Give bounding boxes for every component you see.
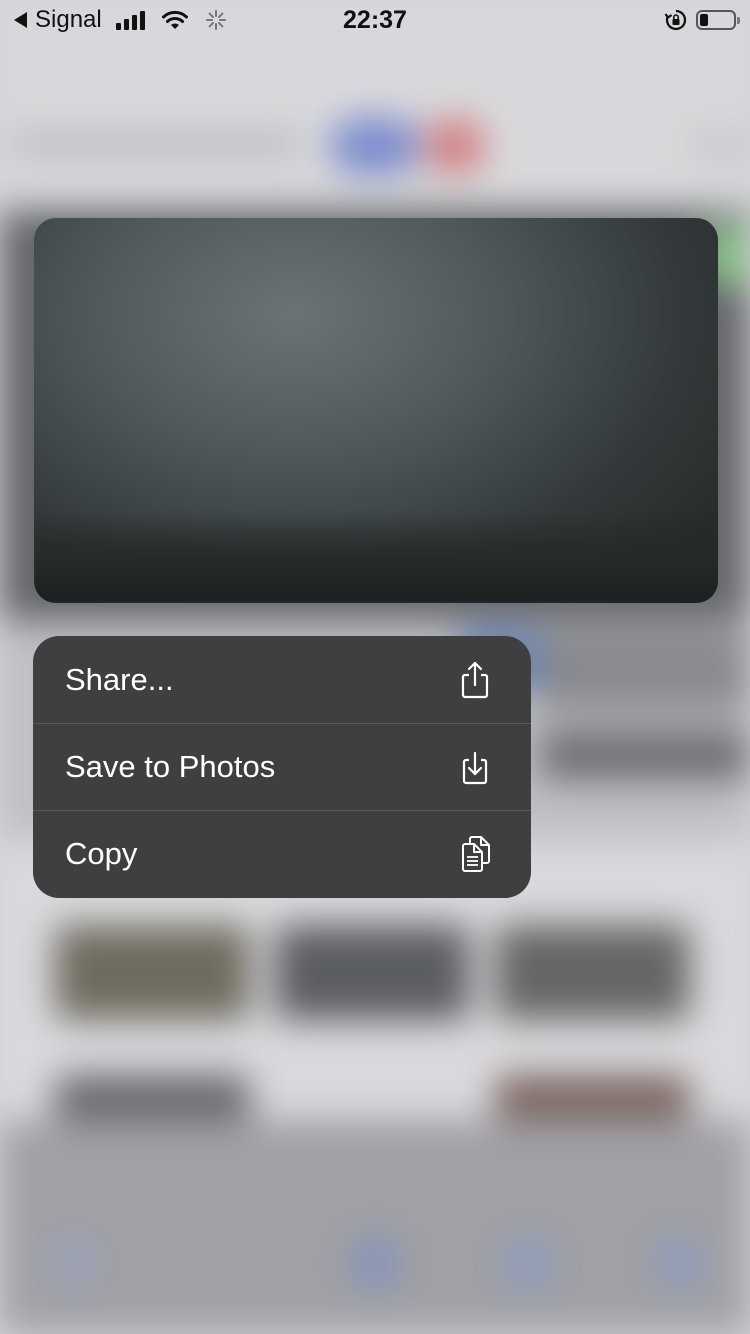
save-to-photos-menu-item[interactable]: Save to Photos xyxy=(33,723,531,810)
save-to-photos-icon xyxy=(462,751,488,785)
share-menu-item[interactable]: Share... xyxy=(33,636,531,723)
orientation-lock-icon xyxy=(664,9,687,31)
copy-label: Copy xyxy=(65,836,138,871)
share-icon xyxy=(461,661,489,698)
status-bar: Signal 22:37 xyxy=(0,0,750,40)
copy-icon xyxy=(462,836,490,872)
share-label: Share... xyxy=(65,661,174,697)
battery-icon xyxy=(696,10,740,30)
screen: Signal 22:37 Share... Save to Photos Cop… xyxy=(0,0,750,1334)
preview-treeline xyxy=(34,513,718,603)
image-preview xyxy=(34,218,718,603)
context-menu: Share... Save to Photos Copy xyxy=(33,636,531,898)
save-to-photos-label: Save to Photos xyxy=(65,749,276,784)
copy-menu-item[interactable]: Copy xyxy=(33,810,531,897)
status-time: 22:37 xyxy=(343,6,407,34)
